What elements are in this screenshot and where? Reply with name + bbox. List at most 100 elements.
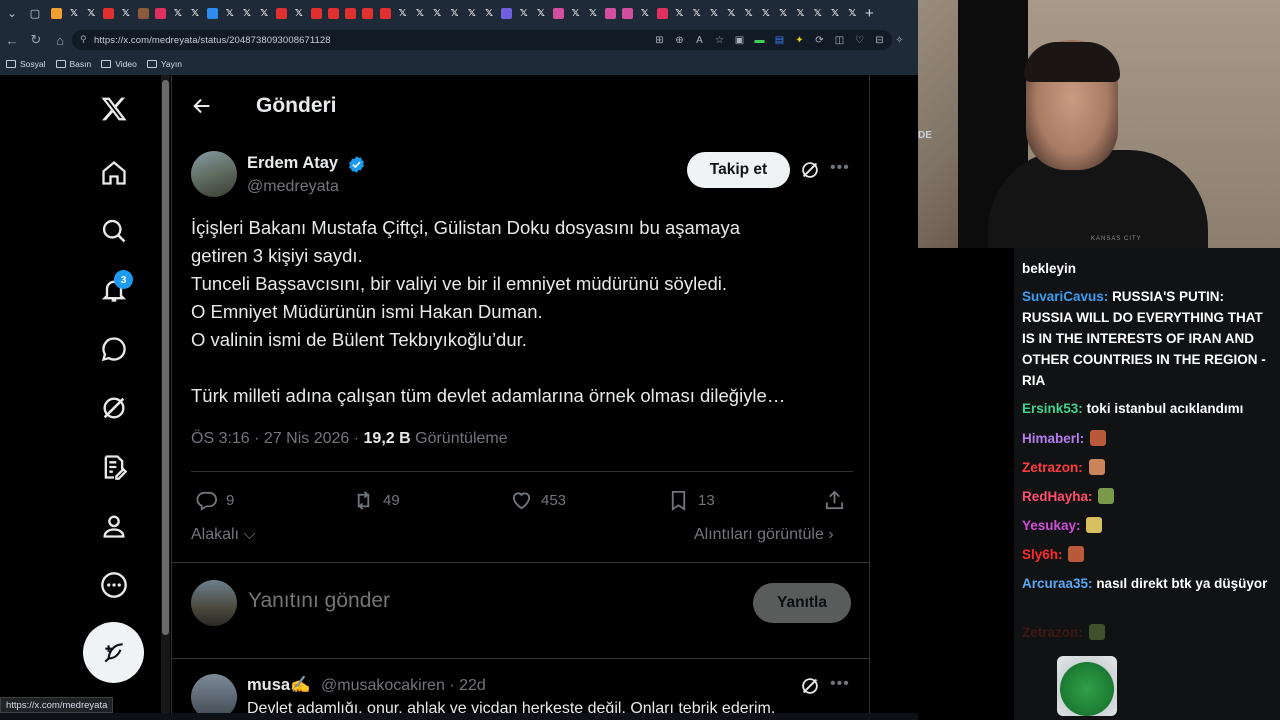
favorite-star-icon[interactable]: ☆ — [712, 33, 727, 48]
browser-tab[interactable]: 𝕏 — [671, 0, 688, 27]
site-info-icon[interactable]: ⚲ — [80, 34, 90, 44]
browser-tab[interactable]: 𝕏 — [792, 0, 809, 27]
view-quotes-link[interactable]: Alıntıları görüntüle › — [694, 526, 834, 544]
browser-tab[interactable] — [152, 0, 169, 27]
browser-tab[interactable]: 𝕏 — [480, 0, 497, 27]
reply-button[interactable]: Yanıtla — [753, 583, 851, 623]
chat-username[interactable]: Ersink53: — [1022, 401, 1083, 416]
chat-username[interactable]: Sly6h: — [1022, 547, 1063, 562]
browser-tab[interactable]: 𝕏 — [429, 0, 446, 27]
reply-action[interactable]: 9 — [195, 487, 234, 513]
browser-tab[interactable]: 𝕏 — [757, 0, 774, 27]
x-logo-icon[interactable] — [98, 93, 130, 125]
browser-tab[interactable]: 𝕏 — [844, 0, 861, 27]
read-aloud-icon[interactable]: A — [692, 33, 707, 48]
browser-tab[interactable]: 𝕏 — [117, 0, 134, 27]
browser-tab[interactable]: 𝕏 — [740, 0, 757, 27]
browser-tab[interactable] — [498, 0, 515, 27]
tweet-date[interactable]: 27 Nis 2026 — [264, 430, 349, 447]
follow-button[interactable]: Takip et — [687, 152, 790, 188]
extension-green-icon[interactable]: ▬ — [752, 33, 767, 48]
author-avatar[interactable] — [191, 151, 237, 197]
reply-more-icon[interactable]: ••• — [830, 675, 850, 693]
grok-explain-icon[interactable] — [799, 159, 821, 181]
browser-tab[interactable] — [307, 0, 324, 27]
browser-tab[interactable]: 𝕏 — [411, 0, 428, 27]
browser-tab[interactable] — [273, 0, 290, 27]
url-field[interactable]: ⚲ https://x.com/medreyata/status/2048738… — [72, 30, 904, 50]
browser-tab[interactable]: 𝕏 — [826, 0, 843, 27]
profile-icon[interactable] — [98, 510, 130, 542]
chat-username[interactable]: Himaberl: — [1022, 431, 1084, 446]
grok-icon[interactable] — [98, 392, 130, 424]
browser-tab[interactable] — [602, 0, 619, 27]
chat-username[interactable]: Zetrazon: — [1022, 625, 1083, 640]
browser-tab[interactable]: 𝕏 — [723, 0, 740, 27]
tweet-time[interactable]: ÖS 3:16 — [191, 430, 250, 447]
new-tab-button[interactable]: + — [865, 5, 874, 22]
reload-button[interactable]: ↻ — [24, 28, 48, 52]
more-options-icon[interactable] — [98, 569, 130, 601]
more-menu-icon[interactable]: ••• — [830, 159, 852, 181]
search-icon[interactable] — [98, 215, 130, 247]
author-name[interactable]: Erdem Atay — [247, 154, 338, 173]
my-avatar[interactable] — [191, 580, 237, 626]
lists-icon[interactable] — [98, 451, 130, 483]
split-screen-icon[interactable]: ◫ — [832, 33, 847, 48]
browser-tab[interactable] — [325, 0, 342, 27]
browser-tab[interactable]: 𝕏 — [774, 0, 791, 27]
reply-input[interactable] — [248, 589, 708, 613]
back-button[interactable]: ← — [0, 28, 24, 52]
browser-tab[interactable]: 𝕏 — [221, 0, 238, 27]
browser-tab[interactable]: 𝕏 — [567, 0, 584, 27]
zoom-icon[interactable]: ⊕ — [672, 33, 687, 48]
browser-tab[interactable]: 𝕏 — [688, 0, 705, 27]
bookmark-folder-video[interactable]: Video — [101, 59, 137, 69]
browser-tab[interactable] — [100, 0, 117, 27]
browser-tab[interactable] — [653, 0, 670, 27]
browser-tab[interactable] — [342, 0, 359, 27]
browser-tab[interactable]: 𝕏 — [809, 0, 826, 27]
tab-menu-button[interactable]: ⌄ — [2, 4, 22, 24]
browser-tab[interactable]: 𝕏 — [83, 0, 100, 27]
browser-tab[interactable]: 𝕏 — [705, 0, 722, 27]
browser-tab[interactable] — [204, 0, 221, 27]
refresh-extension-icon[interactable]: ⟳ — [812, 33, 827, 48]
browser-tab[interactable]: 𝕏 — [256, 0, 273, 27]
bookmark-folder-sosyal[interactable]: Sosyal — [6, 59, 46, 69]
extension-icon[interactable]: ▣ — [732, 33, 747, 48]
browser-tab[interactable] — [619, 0, 636, 27]
browser-tab[interactable]: 𝕏 — [65, 0, 82, 27]
bookmark-folder-yayin[interactable]: Yayın — [146, 59, 182, 69]
back-arrow-icon[interactable] — [191, 95, 213, 117]
reply-author-handle[interactable]: @musakocakiren · 22d — [321, 677, 486, 695]
browser-tab[interactable]: 𝕏 — [446, 0, 463, 27]
browser-tab[interactable]: 𝕏 — [515, 0, 532, 27]
bookmark-folder-basin[interactable]: Basın — [55, 59, 91, 69]
browser-tab[interactable]: 𝕏 — [238, 0, 255, 27]
browser-tab[interactable] — [48, 0, 65, 27]
reply-author-name[interactable]: musa✍️ — [247, 676, 311, 695]
copilot-icon[interactable]: ✧ — [892, 33, 907, 48]
apps-icon[interactable]: ⊞ — [652, 33, 667, 48]
page-scrollbar-thumb[interactable] — [162, 80, 169, 635]
browser-tab[interactable]: 𝕏 — [290, 0, 307, 27]
chat-username[interactable]: RedHayha: — [1022, 489, 1093, 504]
extension-blue-icon[interactable]: ▤ — [772, 33, 787, 48]
author-handle[interactable]: @medreyata — [247, 178, 339, 196]
chat-username[interactable]: Zetrazon: — [1022, 460, 1083, 475]
browser-tab[interactable] — [550, 0, 567, 27]
browser-tab[interactable]: 𝕏 — [169, 0, 186, 27]
browser-tab[interactable]: 𝕏 — [186, 0, 203, 27]
bookmark-action[interactable]: 13 — [667, 487, 715, 513]
chat-username[interactable]: Arcuraa35: — [1022, 576, 1093, 591]
chat-username[interactable]: Yesukay: — [1022, 518, 1081, 533]
browser-tab[interactable]: 𝕏 — [463, 0, 480, 27]
browser-tab[interactable] — [134, 0, 151, 27]
share-action[interactable] — [823, 487, 846, 513]
favorites-icon[interactable]: ♡ — [852, 33, 867, 48]
browser-tab[interactable]: 𝕏 — [532, 0, 549, 27]
home-button[interactable]: ⌂ — [48, 28, 72, 52]
extension-yellow-icon[interactable]: ✦ — [792, 33, 807, 48]
workspaces-icon[interactable]: ▢ — [25, 4, 45, 24]
